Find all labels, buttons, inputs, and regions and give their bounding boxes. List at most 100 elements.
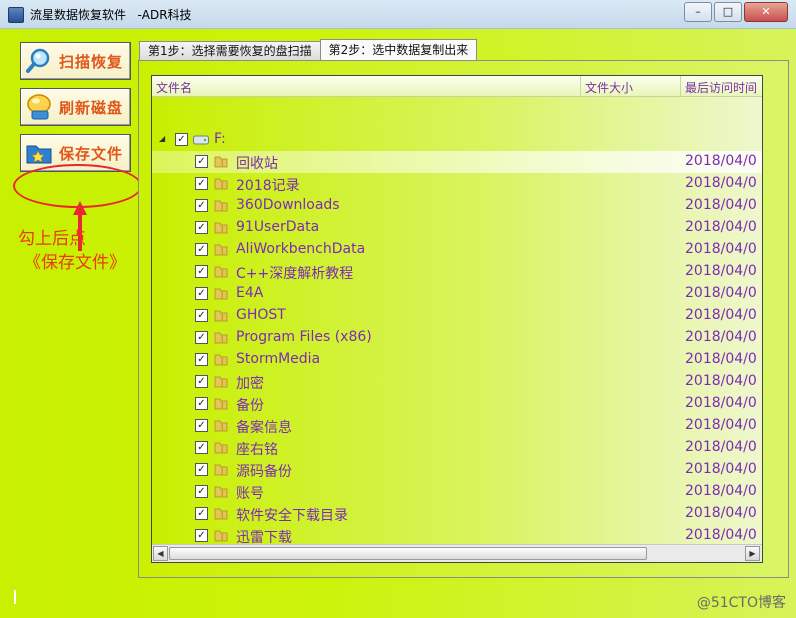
list-item[interactable]: ✓ AliWorkbenchData 2018/04/0 bbox=[152, 239, 762, 261]
text-cursor bbox=[14, 590, 16, 604]
folder-icon bbox=[214, 530, 228, 542]
list-item[interactable]: ✓ E4A 2018/04/0 bbox=[152, 283, 762, 305]
window-controls: – □ ✕ bbox=[684, 2, 788, 22]
client-area: 扫描恢复 刷新磁盘 保存文件 勾上后点 《保存文件》 第1步：选择需要恢复的盘扫… bbox=[0, 29, 796, 618]
row-checkbox[interactable]: ✓ bbox=[195, 529, 208, 542]
row-date: 2018/04/0 bbox=[685, 153, 757, 169]
row-name: 备份 bbox=[236, 398, 264, 414]
row-checkbox[interactable]: ✓ bbox=[195, 221, 208, 234]
title-bar[interactable]: 流星数据恢复软件 -ADR科技 – □ ✕ bbox=[0, 0, 796, 29]
tab-step2[interactable]: 第2步：选中数据复制出来 bbox=[319, 39, 478, 60]
root-drive-label: F: bbox=[214, 131, 226, 147]
row-checkbox[interactable]: ✓ bbox=[195, 485, 208, 498]
drive-icon bbox=[193, 135, 209, 145]
tree-collapse-icon[interactable]: ◢ bbox=[159, 134, 165, 143]
folder-icon bbox=[214, 332, 228, 344]
row-name: AliWorkbenchData bbox=[236, 241, 366, 257]
list-item[interactable]: ✓ 91UserData 2018/04/0 bbox=[152, 217, 762, 239]
tab-step1[interactable]: 第1步：选择需要恢复的盘扫描 bbox=[139, 41, 321, 60]
row-checkbox[interactable]: ✓ bbox=[195, 419, 208, 432]
row-checkbox[interactable]: ✓ bbox=[195, 177, 208, 190]
save-folder-icon bbox=[26, 145, 52, 164]
list-item[interactable]: ✓ C++深度解析教程 2018/04/0 bbox=[152, 261, 762, 283]
minimize-button[interactable]: – bbox=[684, 2, 712, 22]
close-button[interactable]: ✕ bbox=[744, 2, 788, 22]
folder-icon bbox=[214, 464, 228, 476]
row-date: 2018/04/0 bbox=[685, 197, 757, 213]
scan-recover-button[interactable]: 扫描恢复 bbox=[20, 42, 131, 80]
folder-icon bbox=[214, 178, 228, 190]
column-header-size[interactable]: 文件大小 bbox=[585, 79, 633, 96]
folder-icon bbox=[214, 442, 228, 454]
row-name: 软件安全下载目录 bbox=[236, 508, 348, 524]
row-checkbox[interactable]: ✓ bbox=[195, 265, 208, 278]
scan-recover-label: 扫描恢复 bbox=[59, 53, 124, 71]
list-item[interactable]: ✓ 源码备份 2018/04/0 bbox=[152, 459, 762, 481]
folder-icon bbox=[214, 310, 228, 322]
save-file-button[interactable]: 保存文件 bbox=[20, 134, 131, 172]
scroll-left-arrow-icon[interactable]: ◀ bbox=[153, 546, 168, 561]
column-separator[interactable] bbox=[680, 76, 681, 96]
row-checkbox[interactable]: ✓ bbox=[195, 441, 208, 454]
row-checkbox[interactable]: ✓ bbox=[195, 287, 208, 300]
row-checkbox[interactable]: ✓ bbox=[195, 331, 208, 344]
file-list-view[interactable]: 文件名 文件大小 最后访问时间 ◢ ✓ F: ✓ 回收站 2018/04/0 ✓ 2018记… bbox=[151, 75, 763, 563]
row-checkbox[interactable]: ✓ bbox=[195, 353, 208, 366]
row-checkbox[interactable]: ✓ bbox=[195, 199, 208, 212]
maximize-button[interactable]: □ bbox=[714, 2, 742, 22]
annotation-line1: 勾上后点 bbox=[18, 229, 86, 249]
list-item[interactable]: ✓ StormMedia 2018/04/0 bbox=[152, 349, 762, 371]
list-item[interactable]: ✓ 备案信息 2018/04/0 bbox=[152, 415, 762, 437]
column-header-name[interactable]: 文件名 bbox=[156, 79, 192, 96]
row-name: 回收站 bbox=[236, 156, 278, 172]
column-header-last-access[interactable]: 最后访问时间 bbox=[685, 79, 757, 96]
row-date: 2018/04/0 bbox=[685, 285, 757, 301]
row-checkbox[interactable]: ✓ bbox=[195, 309, 208, 322]
list-item[interactable]: ✓ 账号 2018/04/0 bbox=[152, 481, 762, 503]
list-item[interactable]: ✓ 360Downloads 2018/04/0 bbox=[152, 195, 762, 217]
list-item[interactable]: ✓ 座右铭 2018/04/0 bbox=[152, 437, 762, 459]
watermark: @51CTO博客 bbox=[696, 595, 786, 611]
list-item[interactable]: ✓ 加密 2018/04/0 bbox=[152, 371, 762, 393]
row-checkbox[interactable]: ✓ bbox=[195, 397, 208, 410]
row-name: StormMedia bbox=[236, 351, 321, 367]
root-checkbox[interactable]: ✓ bbox=[175, 133, 188, 146]
list-item[interactable]: ✓ Program Files (x86) 2018/04/0 bbox=[152, 327, 762, 349]
row-date: 2018/04/0 bbox=[685, 263, 757, 279]
row-date: 2018/04/0 bbox=[685, 505, 757, 521]
row-checkbox[interactable]: ✓ bbox=[195, 507, 208, 520]
row-checkbox[interactable]: ✓ bbox=[195, 243, 208, 256]
row-date: 2018/04/0 bbox=[685, 439, 757, 455]
list-item[interactable]: ✓ 软件安全下载目录 2018/04/0 bbox=[152, 503, 762, 525]
row-name: 91UserData bbox=[236, 219, 320, 235]
folder-icon bbox=[214, 354, 228, 366]
row-date: 2018/04/0 bbox=[685, 461, 757, 477]
row-date: 2018/04/0 bbox=[685, 373, 757, 389]
list-item[interactable]: ✓ 2018记录 2018/04/0 bbox=[152, 173, 762, 195]
row-name: 加密 bbox=[236, 376, 264, 392]
refresh-disk-label: 刷新磁盘 bbox=[59, 99, 124, 117]
scroll-right-arrow-icon[interactable]: ▶ bbox=[745, 546, 760, 561]
row-name: 2018记录 bbox=[236, 178, 300, 194]
row-checkbox[interactable]: ✓ bbox=[195, 155, 208, 168]
row-date: 2018/04/0 bbox=[685, 417, 757, 433]
folder-icon bbox=[214, 156, 228, 168]
list-header: 文件名 文件大小 最后访问时间 bbox=[152, 76, 762, 97]
row-date: 2018/04/0 bbox=[685, 219, 757, 235]
list-item[interactable]: ✓ 回收站 2018/04/0 bbox=[152, 151, 762, 173]
refresh-disk-button[interactable]: 刷新磁盘 bbox=[20, 88, 131, 126]
row-checkbox[interactable]: ✓ bbox=[195, 463, 208, 476]
row-date: 2018/04/0 bbox=[685, 329, 757, 345]
column-separator[interactable] bbox=[580, 76, 581, 96]
window-title: 流星数据恢复软件 -ADR科技 bbox=[30, 8, 192, 22]
row-date: 2018/04/0 bbox=[685, 351, 757, 367]
list-item[interactable]: ✓ GHOST 2018/04/0 bbox=[152, 305, 762, 327]
scroll-thumb[interactable] bbox=[169, 547, 647, 560]
horizontal-scrollbar[interactable]: ◀ ▶ bbox=[152, 544, 762, 562]
tree-root-row[interactable]: ◢ ✓ F: bbox=[152, 129, 762, 151]
row-date: 2018/04/0 bbox=[685, 395, 757, 411]
folder-icon bbox=[214, 398, 228, 410]
row-checkbox[interactable]: ✓ bbox=[195, 375, 208, 388]
list-item[interactable]: ✓ 备份 2018/04/0 bbox=[152, 393, 762, 415]
folder-icon bbox=[214, 486, 228, 498]
